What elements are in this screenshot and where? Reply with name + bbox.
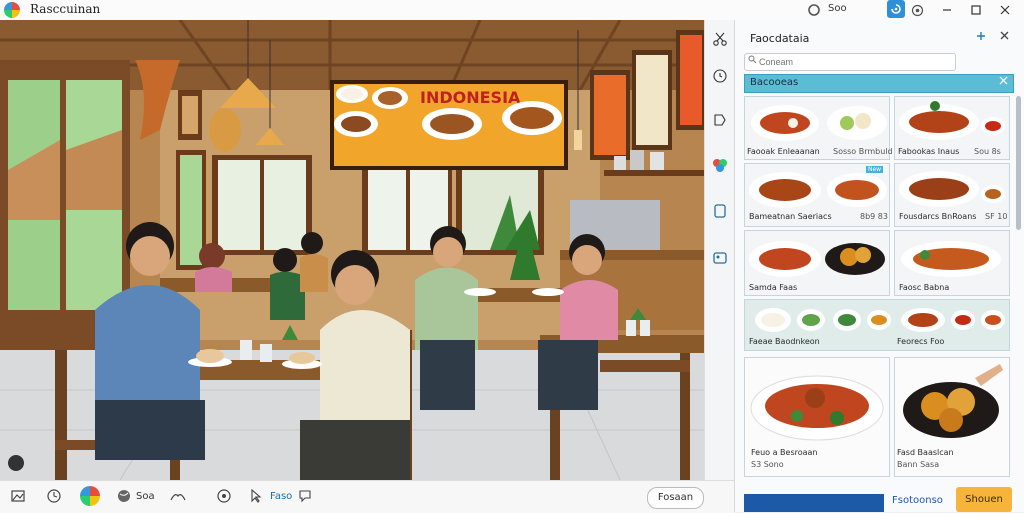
image-icon[interactable] <box>710 248 730 268</box>
card-caption: Feorecs Foo <box>897 337 945 346</box>
layers-icon[interactable] <box>168 486 188 506</box>
scissors-icon[interactable] <box>710 29 730 49</box>
card-caption: Faooak Enleaanan <box>747 147 820 156</box>
card-caption: Bameatnan Saeriacs <box>749 212 832 221</box>
search-input[interactable] <box>744 53 956 71</box>
card-caption: Fabookas Inaus <box>898 147 960 156</box>
food-card-large[interactable] <box>744 357 890 477</box>
panel-scrollbar[interactable] <box>1016 96 1021 230</box>
close-icon[interactable] <box>997 2 1013 18</box>
chat-icon[interactable] <box>296 486 316 506</box>
section-label: Bacooeas <box>750 77 799 88</box>
frame-icon[interactable] <box>710 201 730 221</box>
bottom-count-label: Soa <box>136 491 155 502</box>
tag-icon[interactable] <box>710 110 730 130</box>
card-caption: Faeae Baodnkeon <box>749 337 820 346</box>
section-close-icon[interactable] <box>999 76 1008 88</box>
search-icon <box>748 55 757 67</box>
bottom-action-button[interactable]: Fosaan <box>647 487 704 509</box>
card-caption: Feuo a Besroaan <box>751 448 818 457</box>
app-title: Rasccuinan <box>30 2 101 16</box>
sign-text: INDONESIA <box>420 88 521 107</box>
palette-icon[interactable] <box>710 155 730 175</box>
primary-action-button[interactable] <box>744 494 884 512</box>
card-price: Sou 8s <box>974 147 1001 156</box>
globe-icon[interactable] <box>114 486 134 506</box>
accent-action-button[interactable]: Shouen <box>956 487 1012 512</box>
card-price: S3 Sono <box>751 460 784 469</box>
gear-icon[interactable] <box>214 486 234 506</box>
card-caption: Faosc Babna <box>899 283 950 292</box>
refresh-icon[interactable] <box>806 2 822 18</box>
settings-icon[interactable] <box>909 2 925 18</box>
card-caption: Samda Faas <box>749 283 798 292</box>
minimize-icon[interactable] <box>939 2 955 18</box>
card-price: Bann Sasa <box>897 460 940 469</box>
title-bar <box>0 0 1024 21</box>
clock-icon[interactable] <box>44 486 64 506</box>
bottom-link-label[interactable]: Faso <box>270 491 292 502</box>
card-caption: Fasd Baaslcan <box>897 448 954 457</box>
food-card-large[interactable] <box>894 357 1010 477</box>
pin-icon[interactable] <box>975 30 987 46</box>
timer-icon[interactable] <box>710 66 730 86</box>
card-caption: Fousdarcs BnRoans <box>899 212 977 221</box>
maximize-icon[interactable] <box>968 2 984 18</box>
bottom-toolbar <box>0 480 734 513</box>
restaurant-illustration: INDONESIA <box>0 20 704 480</box>
panel-title: Faocdataia <box>750 32 810 45</box>
title-count: Soo <box>828 3 847 14</box>
card-price: 8b9 83 <box>860 212 888 221</box>
photo-icon[interactable] <box>8 486 28 506</box>
color-wheel-icon[interactable] <box>80 486 100 506</box>
cursor-icon[interactable] <box>246 486 266 506</box>
accent-icon[interactable] <box>887 0 905 18</box>
card-price: SF 10 <box>985 212 1008 221</box>
panel-close-icon[interactable] <box>999 30 1010 45</box>
app-logo <box>4 2 20 18</box>
secondary-action-link[interactable]: Fsotoonso <box>892 495 943 506</box>
card-price: Sosso Brmbuld <box>833 147 893 156</box>
new-badge: New <box>866 166 884 173</box>
